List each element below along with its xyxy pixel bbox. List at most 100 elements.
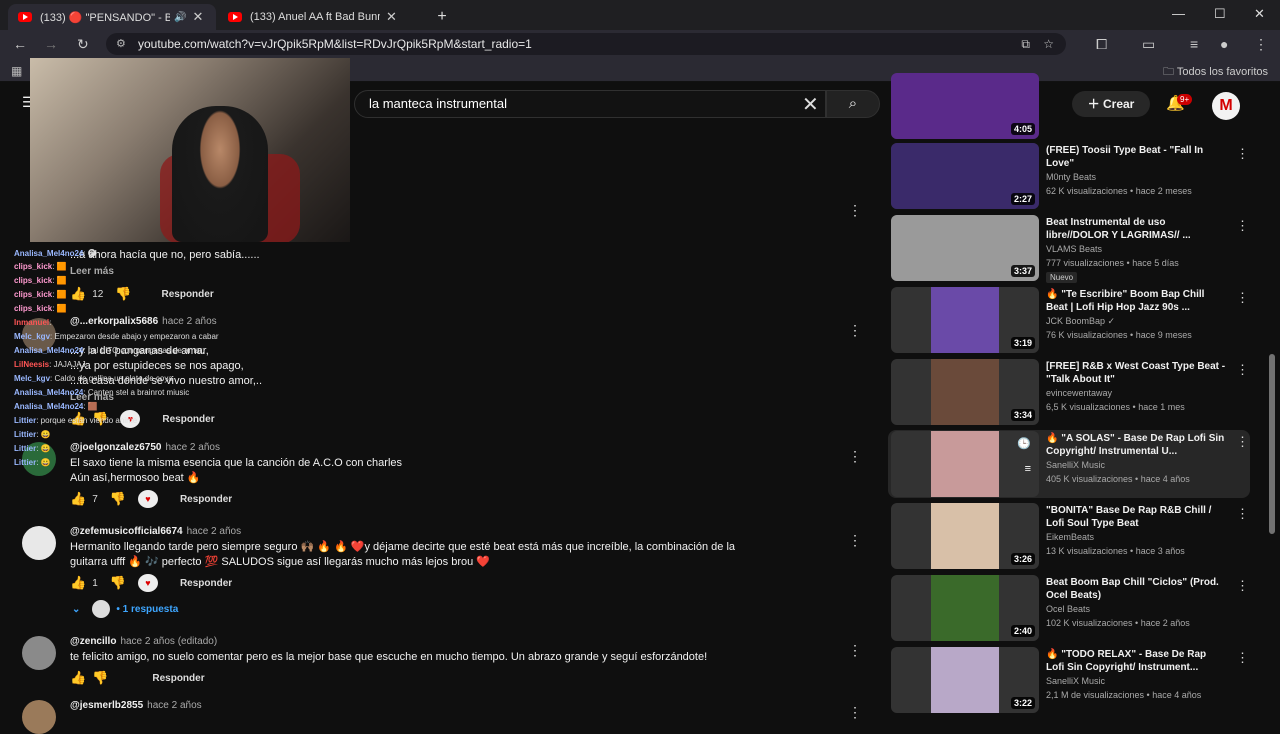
video-options-icon[interactable]: ⋮ <box>1236 506 1249 522</box>
recommended-video[interactable]: 3:19 🔥 "Te Escribire" Boom Bap Chill Beat… <box>888 286 1250 354</box>
search-input[interactable]: la manteca instrumental <box>354 90 826 118</box>
chat-username: Littier <box>14 458 37 467</box>
channel-name[interactable]: Ocel Beats <box>1046 604 1090 614</box>
comment-item: @joelgonzalez6750 hace 2 años El saxo tie… <box>0 440 870 510</box>
comment-options-icon[interactable]: ⋮ <box>848 642 862 659</box>
install-icon[interactable]: ⧉ <box>1021 33 1030 55</box>
dislike-icon[interactable]: 👎 <box>92 670 108 686</box>
back-icon[interactable]: ← <box>13 36 27 52</box>
like-icon[interactable]: 👍 <box>70 491 86 507</box>
search-button[interactable]: ⌕ <box>826 90 880 118</box>
streamer-webcam-overlay <box>30 58 350 242</box>
recommended-video[interactable]: 2:27 (FREE) Toosii Type Beat - "Fall In L… <box>888 142 1250 210</box>
recommended-video[interactable]: 3:34 [FREE] R&B x West Coast Type Beat - … <box>888 358 1250 426</box>
reply-button[interactable]: Responder <box>162 289 214 300</box>
video-thumbnail[interactable]: 2:27 <box>891 143 1039 209</box>
comment-author[interactable]: @...erkorpalix5686 hace 2 años <box>70 316 217 327</box>
video-options-icon[interactable]: ⋮ <box>1236 578 1249 594</box>
video-options-icon[interactable]: ⋮ <box>1236 218 1249 234</box>
close-tab-icon[interactable]: ✕ <box>386 9 397 25</box>
recommended-video[interactable]: 3:26 "BONITA" Base De Rap R&B Chill / Lof… <box>888 502 1250 570</box>
reload-icon[interactable]: ↻ <box>77 36 89 53</box>
video-options-icon[interactable]: ⋮ <box>1236 650 1249 666</box>
bookmark-star-icon[interactable]: ☆ <box>1043 33 1054 55</box>
watch-later-icon[interactable]: 🕒 <box>1017 437 1031 450</box>
browser-tab-active[interactable]: (133) 🔴 "PENSANDO" - Ba 🔊 ✕ <box>8 4 216 30</box>
menu-icon[interactable]: ⋮ <box>1254 36 1268 53</box>
site-info-icon[interactable]: ⚙ <box>116 33 126 55</box>
video-thumbnail[interactable]: 3:19 <box>891 287 1039 353</box>
reply-button[interactable]: Responder <box>180 578 232 589</box>
recommended-video[interactable]: 4:05 <box>888 72 1250 140</box>
minimize-icon[interactable]: — <box>1172 6 1185 21</box>
channel-name[interactable]: SanelliX Music <box>1046 676 1105 686</box>
video-options-icon[interactable]: ⋮ <box>1236 434 1249 450</box>
video-title[interactable]: (FREE) Toosii Type Beat - "Fall In Love" <box>1046 144 1226 170</box>
video-thumbnail[interactable]: 3:34 <box>891 359 1039 425</box>
reply-button[interactable]: Responder <box>180 494 232 505</box>
video-thumbnail[interactable]: 4:05 <box>891 73 1039 139</box>
comment-author[interactable]: @zefemusicofficial6674 hace 2 años <box>70 526 241 537</box>
replies-count: 1 respuesta <box>122 603 179 615</box>
like-icon[interactable]: 👍 <box>70 575 86 591</box>
dislike-icon[interactable]: 👎 <box>110 575 126 591</box>
close-window-icon[interactable]: ✕ <box>1254 6 1265 22</box>
channel-name[interactable]: EikemBeats <box>1046 532 1094 542</box>
video-options-icon[interactable]: ⋮ <box>1236 290 1249 306</box>
scrollbar-thumb[interactable] <box>1269 354 1275 534</box>
like-icon[interactable]: 👍 <box>70 670 86 686</box>
profile-icon[interactable]: ● <box>1220 36 1228 52</box>
read-more-link[interactable]: Leer más <box>70 264 820 279</box>
comment-options-icon[interactable]: ⋮ <box>848 202 862 219</box>
split-view-icon[interactable]: ▭ <box>1142 36 1155 53</box>
extensions-icon[interactable]: ⧠ <box>1096 36 1107 53</box>
dislike-icon[interactable]: 👎 <box>115 286 131 302</box>
close-tab-icon[interactable]: ✕ <box>192 9 203 25</box>
channel-name[interactable]: M0nty Beats <box>1046 172 1096 182</box>
video-thumbnail[interactable]: 🕒 ≡ <box>891 431 1039 497</box>
video-title[interactable]: Beat Boom Bap Chill "Ciclos" (Prod. Ocel… <box>1046 576 1226 602</box>
video-title[interactable]: 🔥 "TODO RELAX" - Base De Rap Lofi Sin Co… <box>1046 648 1226 674</box>
channel-name[interactable]: evincewentaway <box>1046 388 1112 398</box>
video-thumbnail[interactable]: 3:26 <box>891 503 1039 569</box>
comment-author[interactable]: @zencillo hace 2 años (editado) <box>70 636 217 647</box>
video-title[interactable]: Beat Instrumental de uso libre//DOLOR Y … <box>1046 216 1226 242</box>
video-thumbnail[interactable]: 3:37 <box>891 215 1039 281</box>
video-title[interactable]: "BONITA" Base De Rap R&B Chill / Lofi So… <box>1046 504 1226 530</box>
apps-grid-icon[interactable]: ▦ <box>11 64 22 78</box>
new-tab-button[interactable]: + <box>430 4 454 30</box>
reply-button[interactable]: Responder <box>162 414 214 425</box>
comment-options-icon[interactable]: ⋮ <box>848 704 862 721</box>
channel-name[interactable]: SanelliX Music <box>1046 460 1105 470</box>
comment-options-icon[interactable]: ⋮ <box>848 532 862 549</box>
forward-icon[interactable]: → <box>44 36 58 52</box>
comment-author[interactable]: @jesmerlb2855 hace 2 años <box>70 700 202 711</box>
channel-name[interactable]: VLAMS Beats <box>1046 244 1102 254</box>
dislike-icon[interactable]: 👎 <box>110 491 126 507</box>
browser-tab[interactable]: (133) Anuel AA ft Bad Bunny [L ✕ <box>218 4 426 30</box>
page-scrollbar[interactable] <box>1268 124 1276 720</box>
recommended-video[interactable]: 2:40 Beat Boom Bap Chill "Ciclos" (Prod. … <box>888 574 1250 642</box>
video-options-icon[interactable]: ⋮ <box>1236 362 1249 378</box>
reply-button[interactable]: Responder <box>152 673 204 684</box>
comment-options-icon[interactable]: ⋮ <box>848 322 862 339</box>
channel-name[interactable]: JCK BoomBap ✓ <box>1046 316 1115 327</box>
add-to-queue-icon[interactable]: ≡ <box>1025 463 1031 475</box>
clear-search-icon[interactable]: ✕ <box>802 92 819 117</box>
video-thumbnail[interactable]: 3:22 <box>891 647 1039 713</box>
video-thumbnail[interactable]: 2:40 <box>891 575 1039 641</box>
recommended-video[interactable]: 🕒 ≡ 🔥 "A SOLAS" - Base De Rap Lofi Sin Cop… <box>888 430 1250 498</box>
recommended-video[interactable]: 3:37 Beat Instrumental de uso libre//DOLO… <box>888 214 1250 283</box>
video-options-icon[interactable]: ⋮ <box>1236 146 1249 162</box>
recommended-video[interactable]: 3:22 🔥 "TODO RELAX" - Base De Rap Lofi Si… <box>888 646 1250 714</box>
video-title[interactable]: 🔥 "A SOLAS" - Base De Rap Lofi Sin Copyr… <box>1046 432 1226 458</box>
maximize-icon[interactable]: ☐ <box>1214 6 1226 22</box>
comment-options-icon[interactable]: ⋮ <box>848 448 862 465</box>
show-replies-button[interactable]: ⌄ • 1 respuesta <box>72 600 178 618</box>
video-title[interactable]: 🔥 "Te Escribire" Boom Bap Chill Beat | L… <box>1046 288 1226 314</box>
reading-list-icon[interactable]: ≡ <box>1190 36 1198 52</box>
like-icon[interactable]: 👍 <box>70 286 86 302</box>
url-field[interactable]: ⚙ youtube.com/watch?v=vJrQpik5RpM&list=R… <box>106 33 1066 55</box>
video-title[interactable]: [FREE] R&B x West Coast Type Beat - "Tal… <box>1046 360 1226 386</box>
comment-author[interactable]: @joelgonzalez6750 hace 2 años <box>70 442 220 453</box>
